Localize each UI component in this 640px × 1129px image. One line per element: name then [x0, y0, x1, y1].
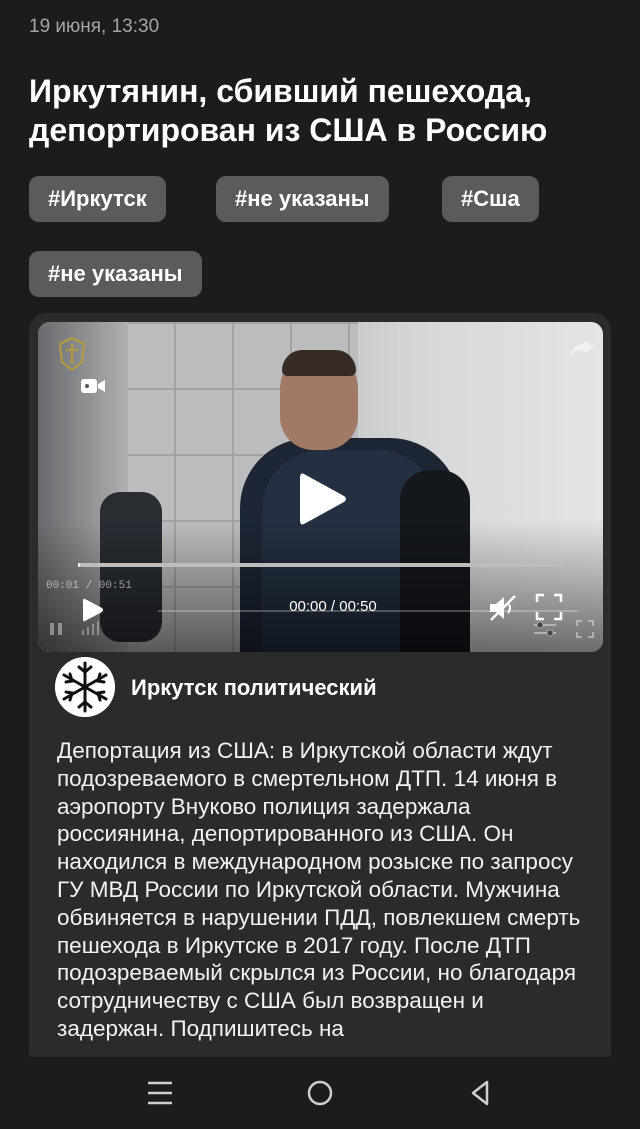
fullscreen-icon[interactable] [534, 592, 564, 622]
ghost-settings-icon [534, 621, 556, 637]
video-time: 00:00 / 00:50 [289, 598, 377, 615]
share-icon[interactable] [567, 336, 597, 360]
article-title: Иркутянин, сбивший пешехода, депортирова… [29, 73, 548, 148]
video-progress-fill [78, 563, 81, 567]
article-date: 19 июня, 13:30 [29, 16, 160, 37]
tag-not-specified-2[interactable]: #не указаны [29, 251, 202, 297]
ghost-pause-icon [50, 623, 62, 635]
recents-icon[interactable] [140, 1073, 180, 1113]
tag-not-specified[interactable]: #не указаны [216, 176, 389, 222]
home-icon[interactable] [300, 1073, 340, 1113]
system-navigation-bar [0, 1057, 640, 1129]
video-camera-icon [81, 379, 105, 393]
channel-name[interactable]: Иркутск политический [131, 675, 377, 701]
ghost-fullscreen-icon [576, 620, 594, 638]
volume-muted-icon[interactable] [487, 593, 519, 623]
video-progress-bar[interactable] [78, 563, 563, 567]
prosecutor-emblem-icon [58, 336, 86, 372]
play-icon[interactable] [296, 470, 350, 528]
tag-usa[interactable]: #Сша [442, 176, 539, 222]
post-text: Депортация из США: в Иркутской области ж… [57, 738, 581, 1041]
channel-avatar[interactable] [55, 657, 115, 717]
back-icon[interactable] [460, 1073, 500, 1113]
tag-irkutsk[interactable]: #Иркутск [29, 176, 166, 222]
video-player[interactable]: 00:01 / 00:51 00:00 / 00:50 [38, 322, 603, 652]
ghost-time-label: 00:01 / 00:51 [46, 580, 132, 592]
post-card: 00:01 / 00:51 00:00 / 00:50 Иркутск поли… [29, 313, 611, 1073]
ghost-volume-icon [82, 621, 99, 635]
